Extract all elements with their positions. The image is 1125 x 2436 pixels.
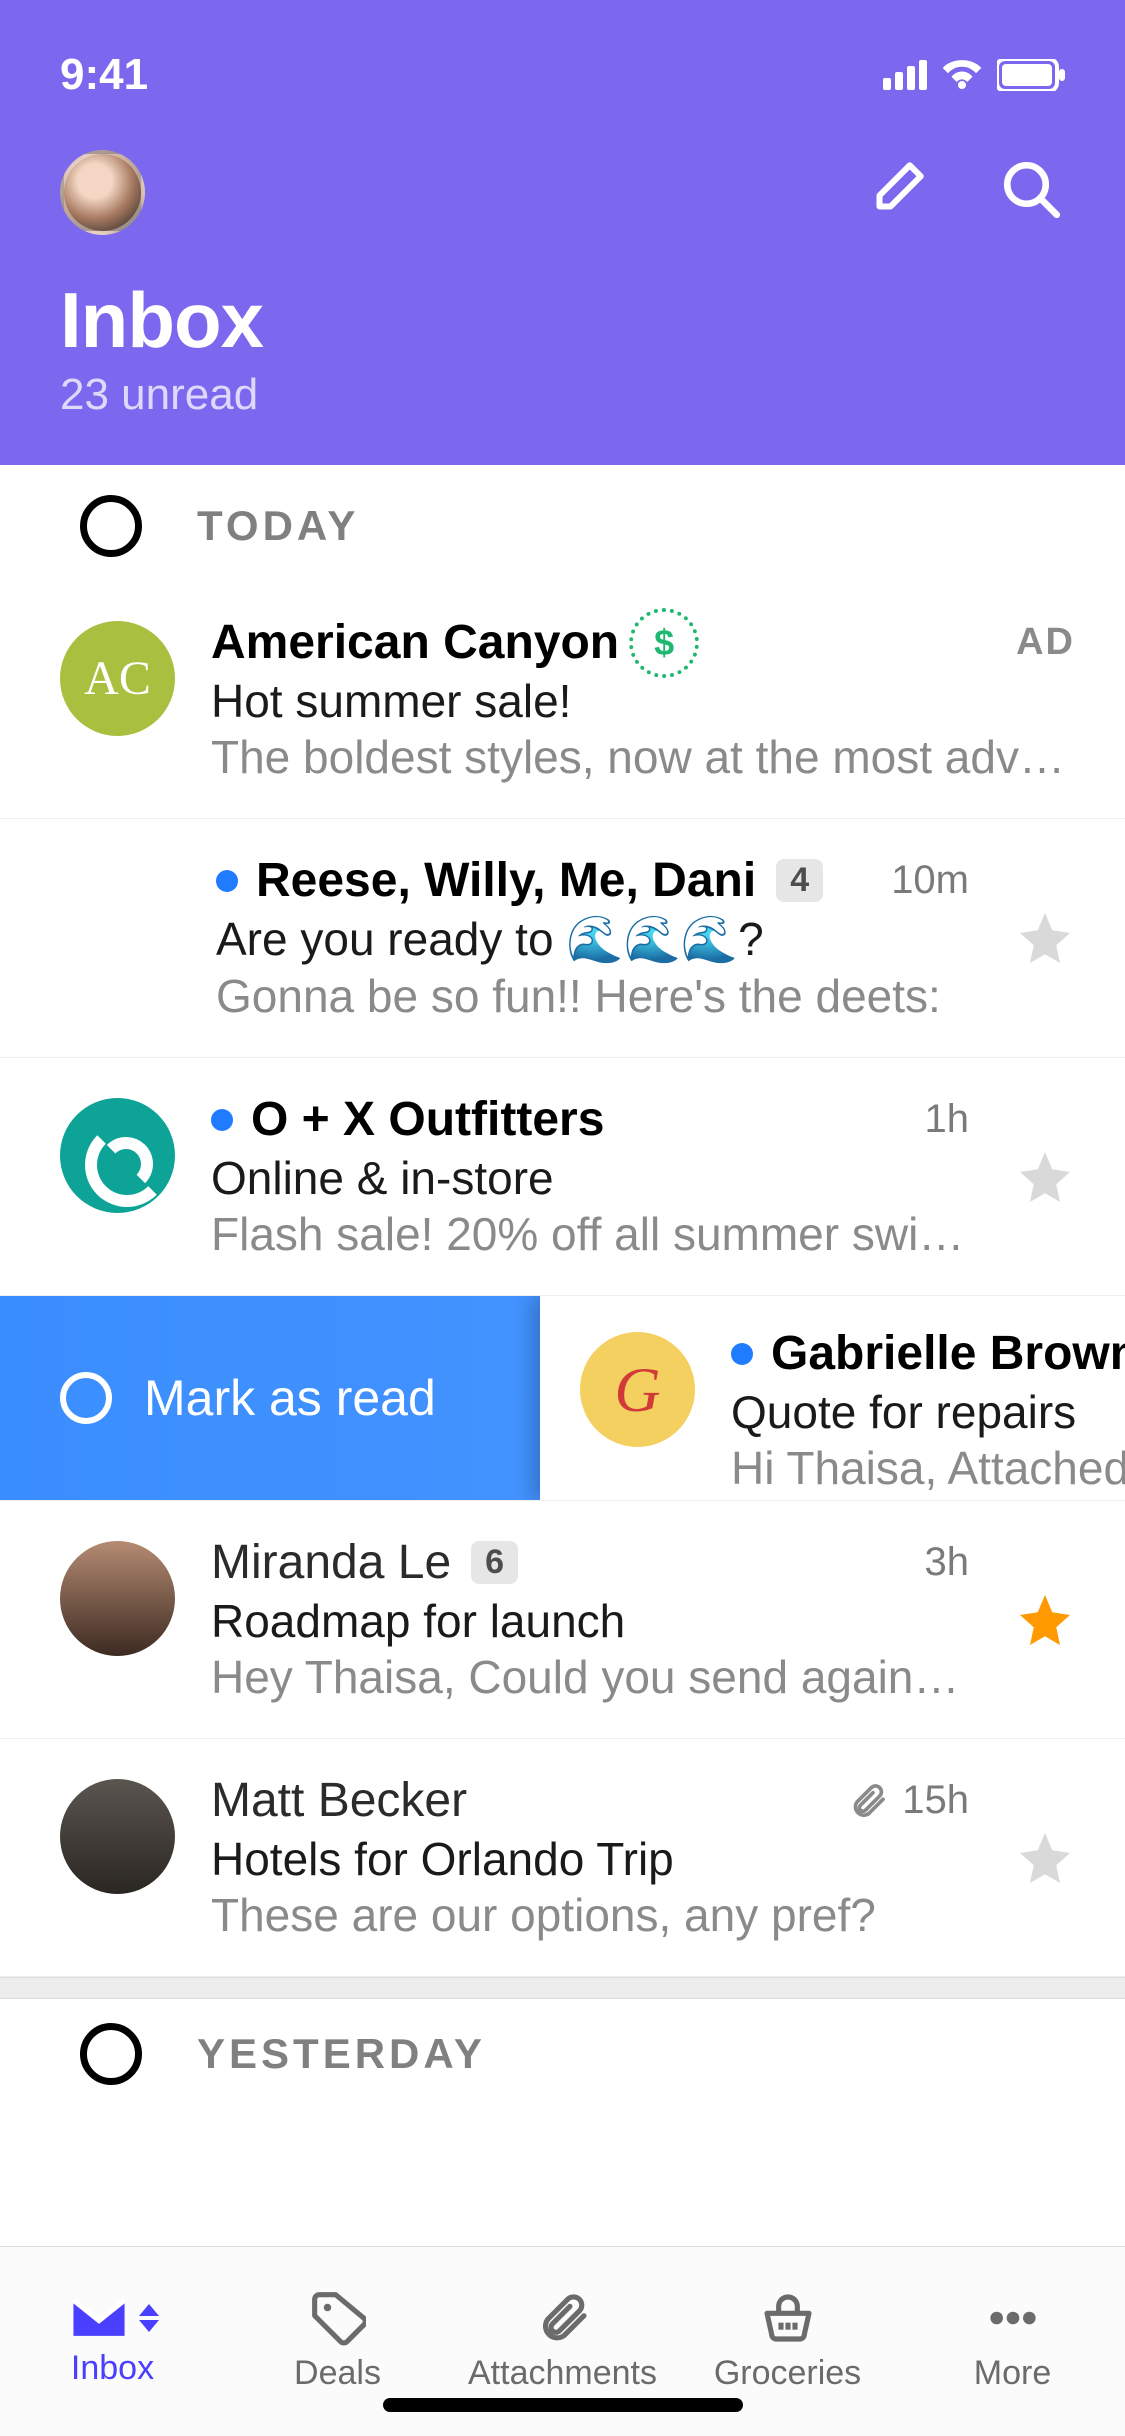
section-label: YESTERDAY [197, 2030, 486, 2078]
star-toggle[interactable] [1015, 1828, 1075, 1888]
unread-dot-icon [731, 1343, 753, 1365]
battery-icon [997, 59, 1065, 91]
status-bar: 9:41 [0, 30, 1125, 110]
sender-avatar [60, 1779, 175, 1894]
sender-name: Matt Becker [211, 1773, 467, 1828]
section-header-today: TODAY [0, 465, 1125, 581]
tab-label: Deals [294, 2354, 381, 2393]
sender-avatar [60, 1541, 175, 1656]
attachment-icon [848, 1781, 888, 1821]
compose-button[interactable] [863, 157, 929, 228]
email-preview: These are our options, any pref? [211, 1888, 969, 1942]
mark-read-icon [60, 1372, 112, 1424]
email-subject: Are you ready to 🌊🌊🌊? [216, 912, 969, 967]
tab-label: Attachments [468, 2354, 657, 2393]
sender-avatar [60, 859, 180, 979]
tab-label: Inbox [71, 2349, 154, 2388]
email-time: 15h [902, 1778, 969, 1823]
swipe-action-label: Mark as read [144, 1369, 436, 1427]
deal-icon: $ [639, 618, 689, 668]
section-label: TODAY [197, 502, 359, 550]
search-button[interactable] [999, 157, 1065, 228]
email-row[interactable]: Matt Becker 15h Hotels for Orlando Trip … [0, 1739, 1125, 1977]
wifi-icon [941, 59, 983, 91]
email-time: 3h [925, 1540, 970, 1585]
email-row-swiped[interactable]: Mark as read G Gabrielle Brown Quote for… [0, 1296, 1125, 1501]
tab-label: Groceries [714, 2354, 861, 2393]
email-preview: Hi Thaisa, Attached [731, 1441, 1125, 1495]
status-time: 9:41 [60, 50, 148, 100]
page-title: Inbox [60, 275, 1065, 366]
email-time: 10m [891, 858, 969, 903]
sender-name: Miranda Le [211, 1535, 451, 1590]
sender-name: American Canyon [211, 615, 619, 670]
email-subject: Hotels for Orlando Trip [211, 1832, 969, 1886]
email-subject: Roadmap for launch [211, 1594, 969, 1648]
star-toggle[interactable] [1015, 1590, 1075, 1650]
unread-dot-icon [216, 870, 238, 892]
email-row[interactable]: AC American Canyon $ AD Hot summer sale!… [0, 581, 1125, 819]
email-subject: Hot summer sale! [211, 674, 1075, 728]
cellular-icon [883, 60, 927, 90]
email-preview: The boldest styles, now at the most adve… [211, 730, 1075, 784]
email-subject: Quote for repairs [731, 1385, 1125, 1439]
unread-dot-icon [211, 1109, 233, 1131]
tab-label: More [974, 2354, 1051, 2393]
email-subject: Online & in-store [211, 1151, 969, 1205]
email-time: 1h [925, 1097, 970, 1142]
email-preview: Gonna be so fun!! Here's the deets: [216, 969, 969, 1023]
ad-label: AD [1016, 621, 1075, 664]
sender-avatar [60, 1098, 175, 1213]
email-preview: Hey Thaisa, Could you send again? I … [211, 1650, 969, 1704]
thread-count: 6 [471, 1541, 518, 1584]
email-preview: Flash sale! 20% off all summer swim… [211, 1207, 969, 1261]
sender-name: O + X Outfitters [251, 1092, 604, 1147]
select-all-toggle[interactable] [80, 2023, 142, 2085]
email-row[interactable]: Miranda Le 6 3h Roadmap for launch Hey T… [0, 1501, 1125, 1739]
tab-more[interactable]: More [900, 2247, 1125, 2436]
tab-inbox[interactable]: Inbox [0, 2247, 225, 2436]
sender-avatar: G [580, 1332, 695, 1447]
section-header-yesterday: YESTERDAY [0, 1999, 1125, 2085]
profile-avatar[interactable] [60, 150, 145, 235]
select-all-toggle[interactable] [80, 495, 142, 557]
star-toggle[interactable] [1015, 908, 1075, 968]
email-row[interactable]: O + X Outfitters 1h Online & in-store Fl… [0, 1058, 1125, 1296]
section-divider [0, 1977, 1125, 1999]
star-toggle[interactable] [1015, 1147, 1075, 1207]
email-row[interactable]: Reese, Willy, Me, Dani 4 10m Are you rea… [0, 819, 1125, 1058]
app-header: 9:41 Inbox 23 unread [0, 0, 1125, 465]
sender-name: Reese, Willy, Me, Dani [256, 853, 756, 908]
thread-count: 4 [776, 859, 823, 902]
sender-name: Gabrielle Brown [771, 1326, 1125, 1381]
home-indicator[interactable] [383, 2398, 743, 2412]
sender-avatar: AC [60, 621, 175, 736]
unread-count: 23 unread [60, 370, 1065, 420]
email-list[interactable]: TODAY AC American Canyon $ AD Hot summer… [0, 465, 1125, 2246]
